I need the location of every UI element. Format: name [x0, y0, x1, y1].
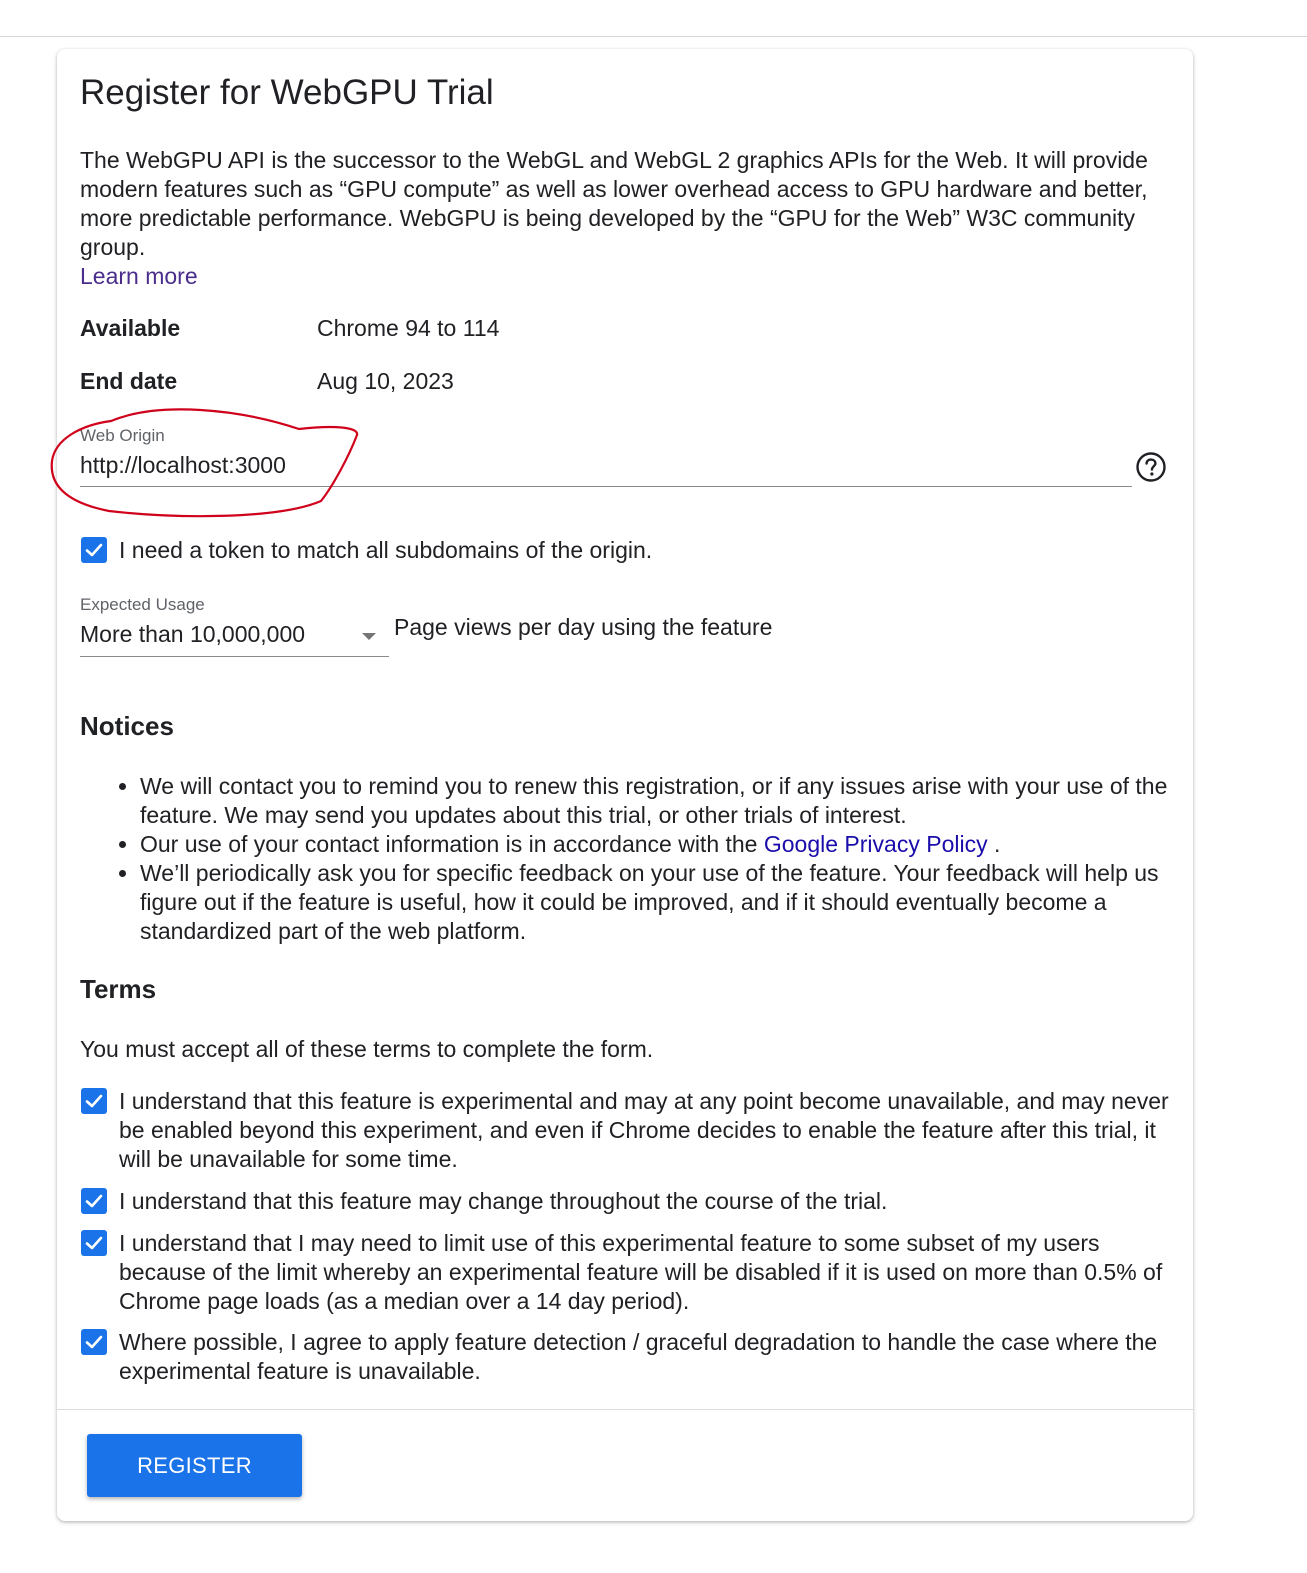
term-label: I understand that I may need to limit us…: [119, 1230, 1163, 1314]
checkmark-icon: [85, 1335, 103, 1349]
registration-card: Register for WebGPU Trial The WebGPU API…: [50, 49, 1193, 1521]
terms-heading: Terms: [80, 974, 157, 1004]
notice-item: Our use of your contact information is i…: [140, 830, 1170, 859]
web-origin-underline: [80, 486, 1132, 487]
term-checkbox[interactable]: [81, 1329, 107, 1355]
trial-description: The WebGPU API is the successor to the W…: [80, 147, 1148, 260]
notice-item: We’ll periodically ask you for specific …: [140, 859, 1170, 946]
top-divider: [0, 36, 1307, 37]
web-origin-label: Web Origin: [80, 426, 165, 445]
term-label: I understand that this feature may chang…: [119, 1188, 888, 1214]
expected-usage-select[interactable]: More than 10,000,000: [80, 621, 305, 648]
web-origin-input[interactable]: [80, 452, 1130, 479]
checkmark-icon: [85, 1236, 103, 1250]
term-checkbox[interactable]: [81, 1088, 107, 1114]
register-button[interactable]: REGISTER: [87, 1434, 302, 1497]
page-title: Register for WebGPU Trial: [80, 73, 494, 112]
end-date-value: Aug 10, 2023: [317, 368, 454, 394]
learn-more-link[interactable]: Learn more: [80, 262, 198, 291]
checkmark-icon: [85, 543, 103, 557]
term-label: Where possible, I agree to apply feature…: [119, 1329, 1158, 1384]
notices-heading: Notices: [80, 711, 174, 741]
term-checkbox[interactable]: [81, 1230, 107, 1256]
available-label: Available: [80, 315, 181, 341]
expected-usage-suffix: Page views per day using the feature: [394, 614, 773, 640]
footer-divider: [57, 1409, 1193, 1410]
subdomain-checkbox[interactable]: [81, 537, 107, 563]
notice-item: We will contact you to remind you to ren…: [140, 772, 1170, 830]
privacy-policy-link[interactable]: Google Privacy Policy: [764, 831, 988, 857]
available-value: Chrome 94 to 114: [317, 315, 500, 341]
term-checkbox[interactable]: [81, 1188, 107, 1214]
terms-intro: You must accept all of these terms to co…: [80, 1036, 654, 1062]
checkmark-icon: [85, 1094, 103, 1108]
term-label: I understand that this feature is experi…: [119, 1088, 1169, 1172]
expected-usage-underline: [80, 656, 389, 657]
subdomain-checkbox-label: I need a token to match all subdomains o…: [119, 537, 653, 563]
help-circle-icon[interactable]: [1135, 451, 1167, 483]
notices-list: We will contact you to remind you to ren…: [80, 772, 1170, 946]
expected-usage-label: Expected Usage: [80, 595, 205, 614]
end-date-label: End date: [80, 368, 178, 394]
chevron-down-icon[interactable]: [362, 633, 376, 640]
checkmark-icon: [85, 1194, 103, 1208]
